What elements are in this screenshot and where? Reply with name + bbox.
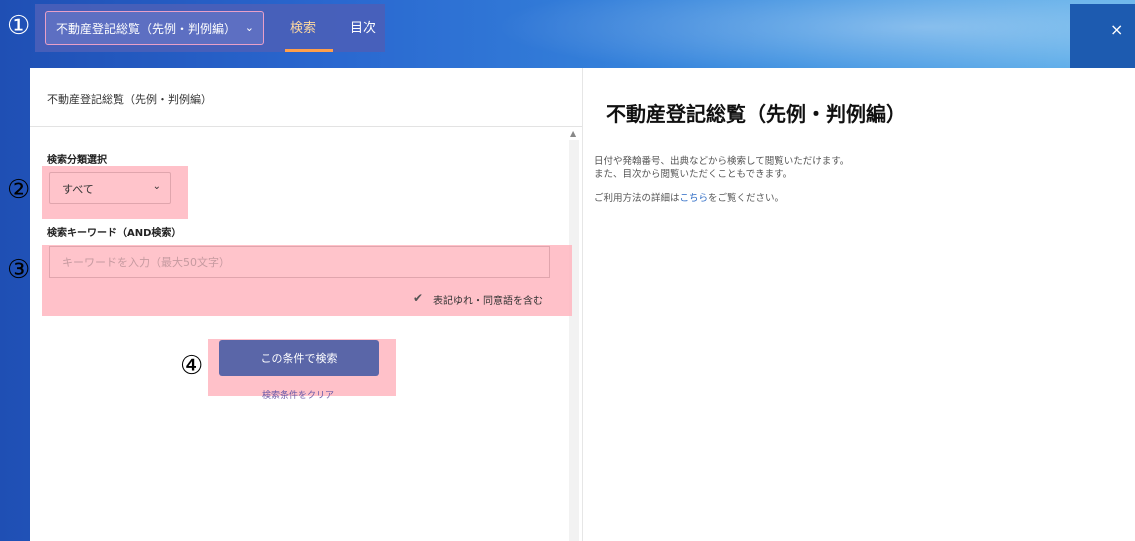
callout-4: ④ (180, 351, 204, 381)
category-label: 検索分類選択 (47, 155, 107, 166)
callout-2: ② (7, 175, 31, 205)
info-panel (583, 68, 1135, 541)
book-select-label: 不動産登記総覧（先例・判例編） (56, 21, 237, 36)
callout-3: ③ (7, 255, 31, 285)
clear-conditions-link[interactable]: 検索条件をクリア (262, 388, 334, 401)
usage-suffix: をご覧ください。 (708, 193, 785, 204)
keyword-input[interactable] (49, 246, 550, 278)
scrollbar[interactable] (569, 140, 579, 541)
book-select-dropdown[interactable]: 不動産登記総覧（先例・判例編） ⌄ (45, 11, 264, 45)
tab-search[interactable]: 検索 (290, 17, 316, 36)
category-select-value: すべて (62, 183, 94, 196)
tab-toc[interactable]: 目次 (350, 17, 376, 36)
synonym-checkbox-label[interactable]: 表記ゆれ・同意語を含む (433, 292, 543, 307)
close-icon[interactable]: × (1110, 20, 1123, 39)
info-description-line2: また、目次から閲覧いただくこともできます。 (594, 169, 793, 180)
chevron-down-icon: ⌄ (152, 181, 161, 192)
close-button[interactable] (1070, 4, 1135, 68)
info-description-line1: 日付や発翰番号、出典などから検索して閲覧いただけます。 (594, 156, 850, 167)
chevron-down-icon: ⌄ (244, 21, 254, 34)
callout-1: ① (7, 11, 31, 41)
scroll-up-icon[interactable]: ▲ (570, 129, 576, 138)
info-title: 不動産登記総覧（先例・判例編） (606, 102, 906, 126)
category-select[interactable]: すべて ⌄ (49, 172, 171, 204)
panel-title: 不動産登記総覧（先例・判例編） (47, 93, 212, 106)
keyword-label: 検索キーワード（AND検索） (47, 228, 182, 239)
checkbox-check-icon[interactable]: ✔ (413, 291, 423, 305)
usage-link[interactable]: こちら (680, 193, 709, 204)
usage-text: ご利用方法の詳細はこちらをご覧ください。 (594, 190, 784, 204)
active-tab-indicator (285, 49, 333, 52)
usage-prefix: ご利用方法の詳細は (594, 193, 680, 204)
search-button[interactable]: この条件で検索 (219, 340, 379, 376)
divider (30, 126, 582, 127)
